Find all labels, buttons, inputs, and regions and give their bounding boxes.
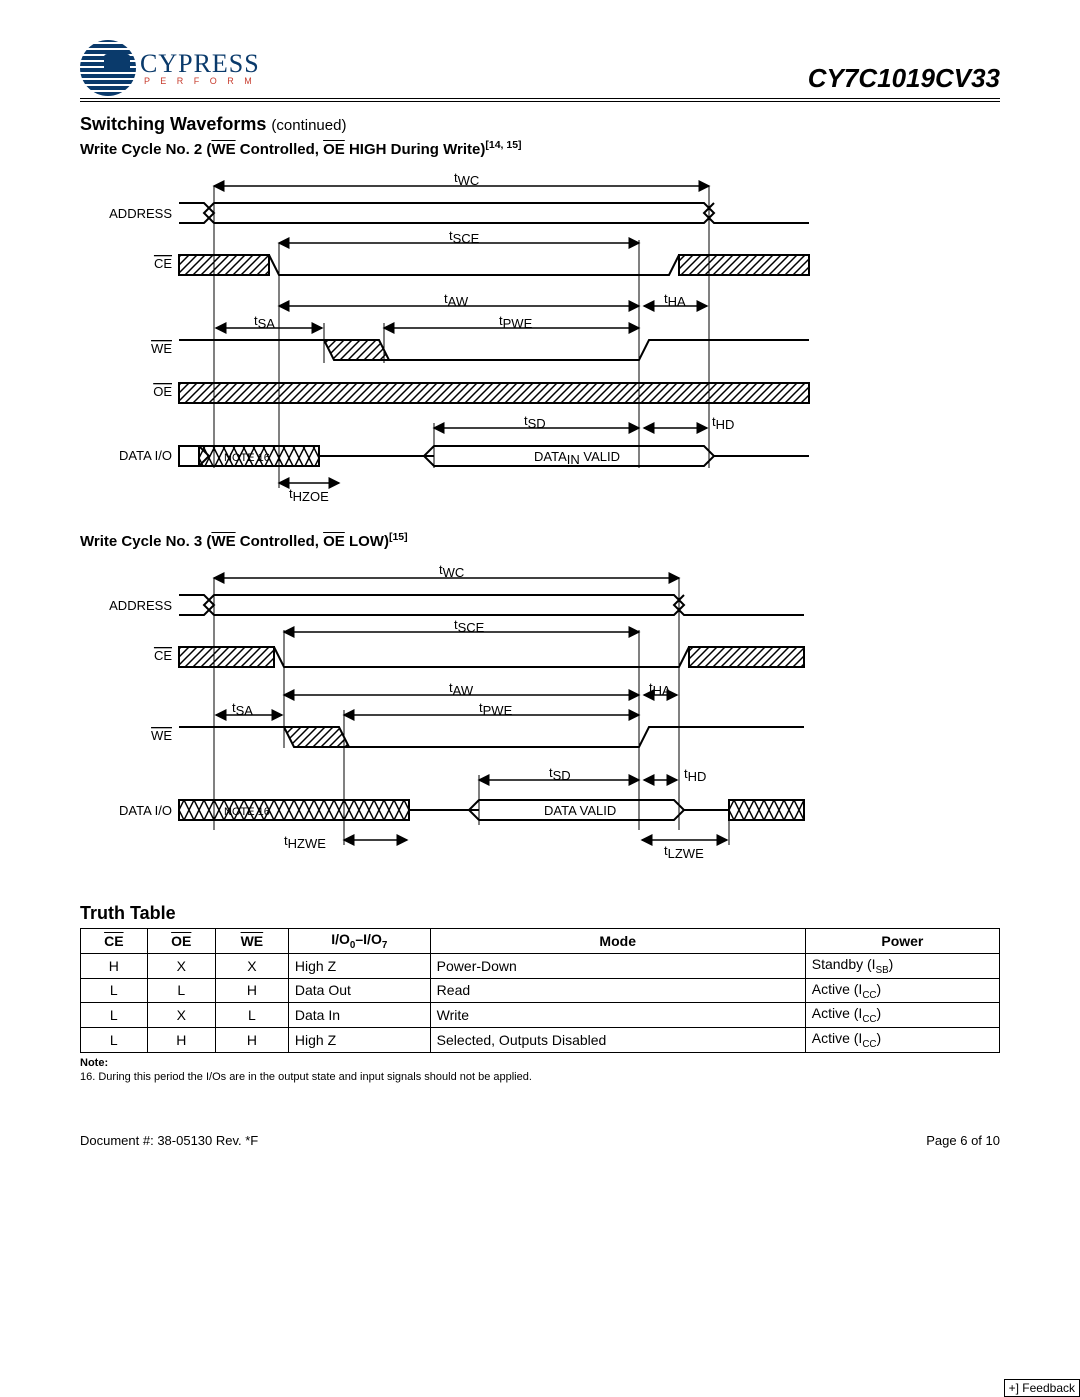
part-number: CY7C1019CV33 — [808, 63, 1000, 96]
svg-text:tHD: tHD — [712, 414, 734, 432]
section-title: Switching Waveforms (continued) — [80, 114, 1000, 135]
svg-text:tPWE: tPWE — [499, 313, 533, 331]
diagram2-title: Write Cycle No. 2 (WE Controlled, OE HIG… — [80, 139, 1000, 158]
truth-table: CE OE WE I/O0–I/O7 Mode Power HXXHigh ZP… — [80, 928, 1000, 1053]
svg-text:tAW: tAW — [449, 680, 474, 698]
table-row: HXXHigh ZPower-DownStandby (ISB) — [81, 953, 1000, 978]
svg-text:NOTE 16: NOTE 16 — [224, 806, 270, 818]
svg-text:tPWE: tPWE — [479, 700, 513, 718]
doc-number: Document #: 38-05130 Rev. *F — [80, 1133, 258, 1148]
page-footer: Document #: 38-05130 Rev. *F Page 6 of 1… — [0, 1103, 1080, 1158]
svg-text:OE: OE — [153, 384, 172, 399]
page-header: CYPRESS P E R F O R M CY7C1019CV33 — [80, 40, 1000, 102]
diagram3-title: Write Cycle No. 3 (WE Controlled, OE LOW… — [80, 531, 1000, 550]
svg-text:tSA: tSA — [232, 700, 253, 718]
svg-text:DATA I/O: DATA I/O — [119, 803, 172, 818]
truth-table-title: Truth Table — [80, 903, 1000, 924]
svg-text:tAW: tAW — [444, 291, 469, 309]
note-text: 16. During this period the I/Os are in t… — [80, 1071, 1000, 1083]
svg-text:WE: WE — [151, 341, 172, 356]
svg-text:tHZWE: tHZWE — [284, 833, 326, 851]
svg-text:tWC: tWC — [439, 562, 464, 580]
svg-text:ADDRESS: ADDRESS — [109, 206, 172, 221]
note-heading: Note: — [80, 1057, 1000, 1069]
write-cycle-2-diagram: tWC ADDRESS tSCE CE tAW tHA tSA tPWE WE — [84, 168, 844, 511]
svg-text:tSCE: tSCE — [449, 228, 480, 246]
svg-text:tSD: tSD — [549, 765, 571, 783]
svg-text:CE: CE — [154, 648, 172, 663]
page-number: Page 6 of 10 — [926, 1133, 1000, 1148]
write-cycle-3-diagram: tWC ADDRESS tSCE CE tAW tHA tSA tPWE WE … — [84, 560, 844, 873]
table-row: LLHData OutReadActive (ICC) — [81, 978, 1000, 1003]
brand-logo: CYPRESS P E R F O R M — [80, 40, 260, 96]
svg-text:DATA VALID: DATA VALID — [544, 803, 616, 818]
svg-text:tSD: tSD — [524, 413, 546, 431]
brand-name: CYPRESS — [140, 51, 260, 77]
svg-text:DATA I/O: DATA I/O — [119, 448, 172, 463]
svg-text:tHA: tHA — [649, 680, 671, 698]
svg-text:tHZOE: tHZOE — [289, 486, 329, 504]
svg-text:WE: WE — [151, 728, 172, 743]
svg-text:DATAIN VALID: DATAIN VALID — [534, 449, 620, 467]
svg-text:tLZWE: tLZWE — [664, 843, 704, 861]
svg-text:tSA: tSA — [254, 313, 275, 331]
feedback-button[interactable]: +] Feedback — [1004, 1379, 1080, 1397]
svg-text:tSCE: tSCE — [454, 617, 485, 635]
table-row: LHHHigh ZSelected, Outputs DisabledActiv… — [81, 1028, 1000, 1053]
svg-text:ADDRESS: ADDRESS — [109, 598, 172, 613]
cypress-globe-icon — [80, 40, 136, 96]
brand-tagline: P E R F O R M — [140, 77, 260, 86]
table-row: LXLData InWriteActive (ICC) — [81, 1003, 1000, 1028]
svg-text:tHD: tHD — [684, 766, 706, 784]
svg-text:tWC: tWC — [454, 170, 479, 188]
svg-text:CE: CE — [154, 256, 172, 271]
svg-text:tHA: tHA — [664, 291, 686, 309]
